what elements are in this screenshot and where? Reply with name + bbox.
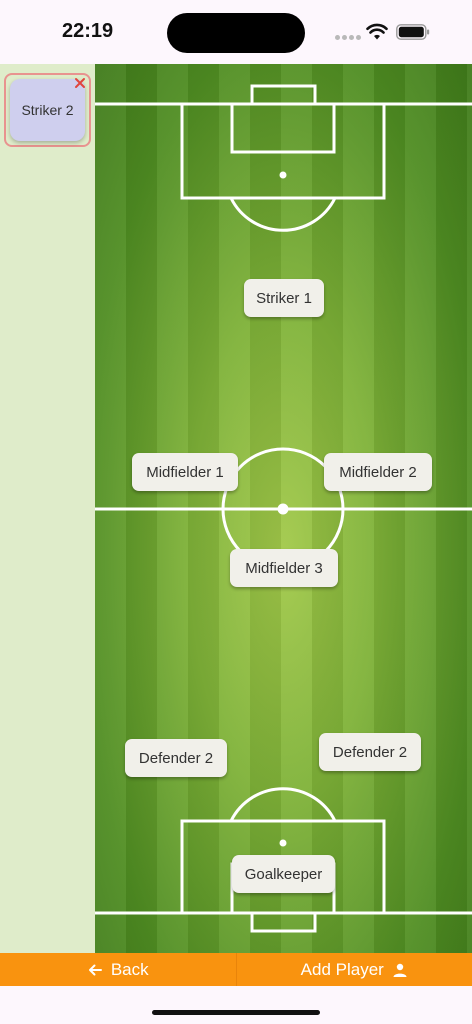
player-chip-goalkeeper[interactable]: Goalkeeper [232, 855, 335, 893]
home-indicator[interactable] [152, 1010, 320, 1015]
status-time: 22:19 [62, 20, 114, 42]
bottom-action-bar: Back Add Player [0, 953, 472, 986]
status-bar: 22:19 [0, 0, 472, 64]
pitch-lines [95, 84, 472, 933]
dynamic-island [167, 13, 305, 53]
add-player-button[interactable]: Add Player [237, 953, 472, 986]
player-chip-midfielder-2[interactable]: Midfielder 2 [324, 453, 432, 491]
back-button-label: Back [110, 959, 149, 979]
add-player-button-label: Add Player [300, 959, 384, 979]
cellular-signal-icon [335, 35, 361, 40]
player-chip-midfielder-3[interactable]: Midfielder 3 [230, 549, 338, 587]
arrow-left-icon [88, 964, 102, 975]
pitch: Striker 1 Midfielder 1 Midfielder 2 Midf… [95, 64, 472, 953]
player-chip-defender-right[interactable]: Defender 2 [319, 733, 421, 771]
person-icon [393, 963, 407, 977]
back-button[interactable]: Back [0, 953, 236, 986]
player-chip-defender-left[interactable]: Defender 2 [125, 739, 227, 777]
bench-panel: Striker 2 [0, 64, 95, 953]
wifi-icon [366, 23, 388, 40]
close-icon[interactable] [74, 77, 86, 89]
battery-icon [396, 24, 430, 40]
player-chip-midfielder-1[interactable]: Midfielder 1 [132, 453, 238, 491]
player-chip-striker-1[interactable]: Striker 1 [244, 279, 324, 317]
bench-player-card[interactable]: Striker 2 [4, 73, 91, 147]
